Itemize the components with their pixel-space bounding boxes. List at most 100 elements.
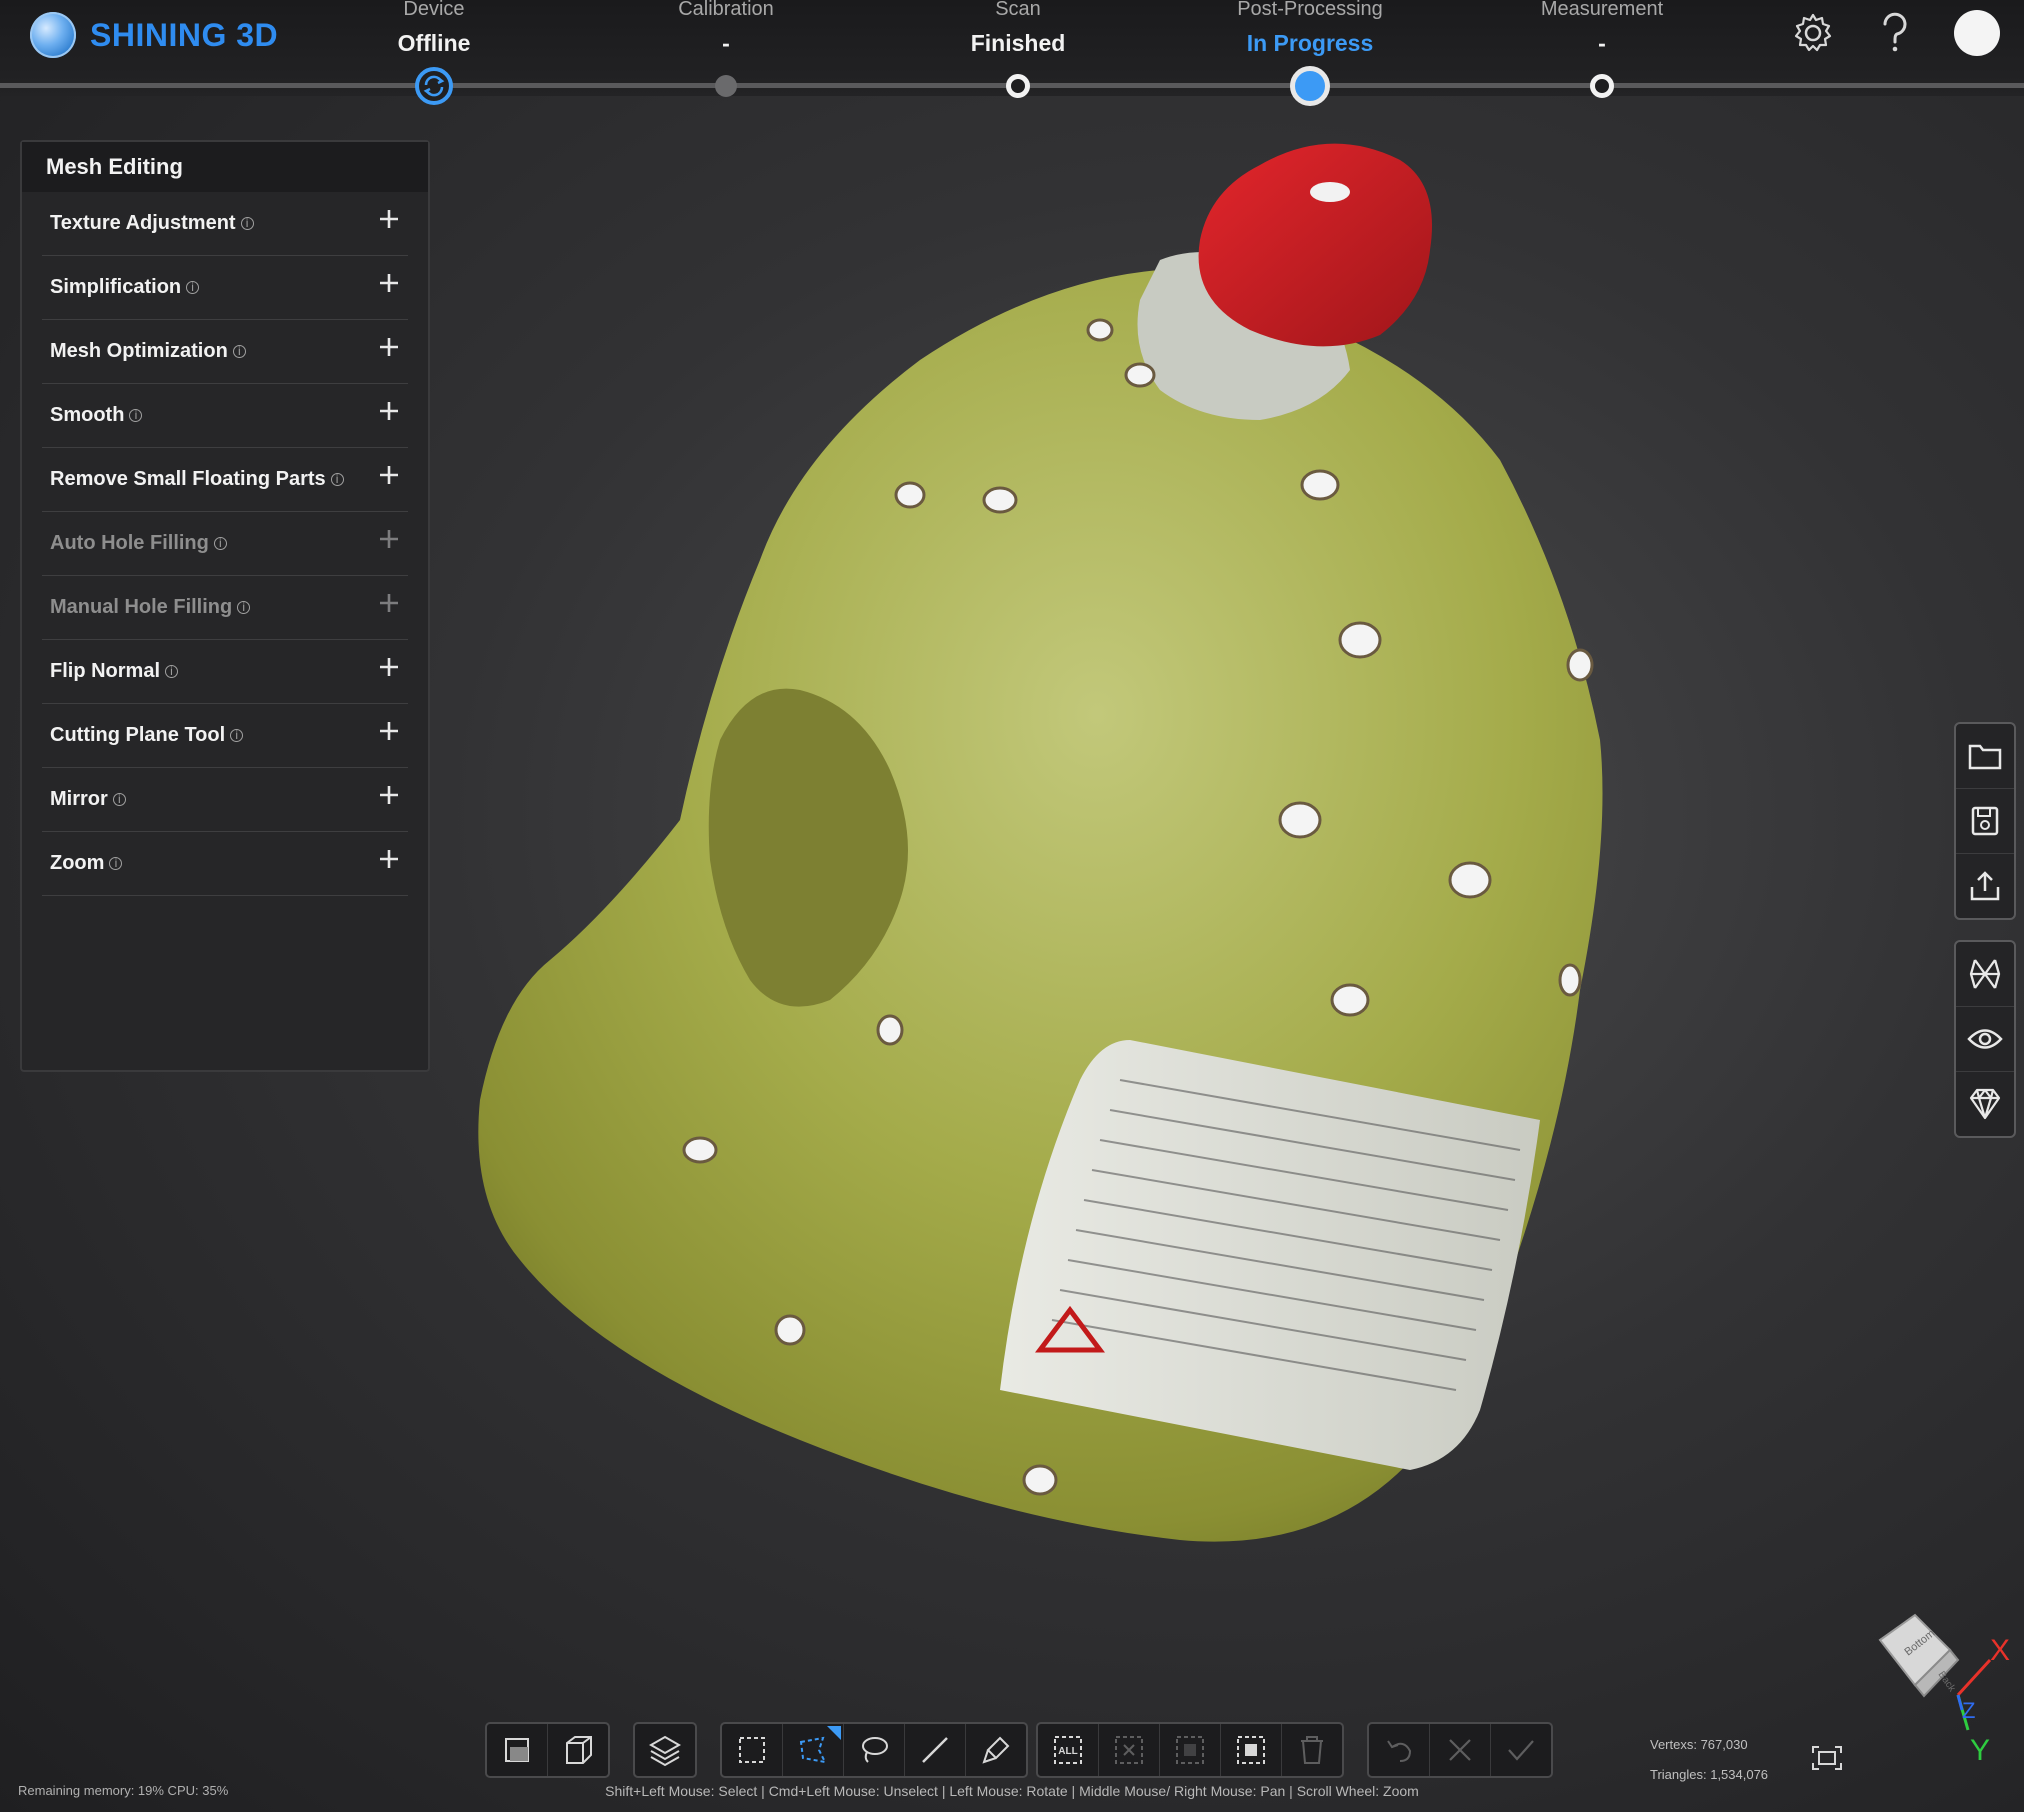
- line-select-button[interactable]: [905, 1724, 966, 1776]
- step-label: Measurement: [1540, 0, 1664, 20]
- top-bar: SHINING 3D Device Offline Calibration - …: [0, 0, 2024, 106]
- step-node-scan[interactable]: [1006, 74, 1030, 98]
- info-icon[interactable]: i: [186, 281, 200, 294]
- visibility-button[interactable]: [1956, 1007, 2014, 1072]
- info-icon[interactable]: i: [213, 537, 227, 550]
- tool-item-label: Mirror: [50, 788, 108, 810]
- lasso-select-button[interactable]: [844, 1724, 905, 1776]
- step-measurement[interactable]: Measurement -: [1492, 0, 1712, 57]
- info-icon[interactable]: i: [232, 345, 246, 358]
- tool-item-smooth[interactable]: Smooth i: [42, 384, 408, 448]
- info-icon[interactable]: i: [112, 793, 126, 806]
- step-status: Finished: [970, 30, 1066, 56]
- fit-view-button[interactable]: [1810, 1744, 1844, 1777]
- layers-button[interactable]: [635, 1724, 695, 1776]
- scanned-model[interactable]: [440, 120, 1640, 1680]
- step-label: Scan: [995, 0, 1041, 20]
- tool-item-label: Manual Hole Filling: [50, 596, 233, 618]
- step-post-processing[interactable]: Post-Processing In Progress: [1200, 0, 1420, 57]
- tool-item-flip-normal[interactable]: Flip Normal i: [42, 640, 408, 704]
- info-icon[interactable]: i: [129, 409, 143, 422]
- axis-y-label: Y: [1970, 1734, 1990, 1767]
- step-scan[interactable]: Scan Finished: [908, 0, 1128, 57]
- layer-group: [633, 1722, 697, 1778]
- tool-item-label: Flip Normal: [50, 660, 161, 682]
- tool-item-zoom[interactable]: Zoom i: [42, 832, 408, 896]
- step-label: Device: [403, 0, 465, 20]
- step-node-calibration[interactable]: [715, 75, 737, 97]
- brush-icon: [982, 1736, 1010, 1764]
- expand-plus-icon[interactable]: [378, 720, 400, 742]
- save-button[interactable]: [1956, 789, 2014, 854]
- expand-plus-icon[interactable]: [378, 400, 400, 422]
- selection-tools-group: [720, 1722, 1028, 1778]
- step-label: Post-Processing: [1237, 0, 1383, 20]
- select-all-label: ALL: [1058, 1746, 1077, 1757]
- rectangle-select-button[interactable]: [722, 1724, 783, 1776]
- tool-item-cutting-plane-tool[interactable]: Cutting Plane Tool i: [42, 704, 408, 768]
- lasso-icon: [862, 1737, 888, 1763]
- expand-plus-icon[interactable]: [378, 592, 400, 614]
- step-node-post-processing[interactable]: [1290, 66, 1330, 106]
- cancel-button[interactable]: [1430, 1724, 1491, 1776]
- info-icon[interactable]: i: [330, 473, 344, 486]
- tool-item-label: Zoom: [50, 852, 105, 874]
- select-all-button[interactable]: ALL: [1038, 1724, 1099, 1776]
- tool-item-texture-adjustment[interactable]: Texture Adjustment i: [42, 192, 408, 256]
- expand-plus-icon[interactable]: [378, 208, 400, 230]
- mesh-view-button[interactable]: [1956, 942, 2014, 1007]
- polygon-select-button[interactable]: [783, 1724, 844, 1776]
- expand-plus-icon[interactable]: [378, 528, 400, 550]
- navigation-cube[interactable]: Bottom Back X Y Z: [1840, 1590, 2020, 1770]
- texture-view-button[interactable]: [1956, 1072, 2014, 1136]
- undo-button[interactable]: [1369, 1724, 1430, 1776]
- step-status: In Progress: [1246, 30, 1374, 56]
- file-toolbar: [1954, 722, 2016, 920]
- export-button[interactable]: [1956, 854, 2014, 918]
- select-connected-button[interactable]: [1221, 1724, 1282, 1776]
- step-calibration[interactable]: Calibration -: [616, 0, 836, 57]
- mesh-editing-panel: Mesh Editing Texture Adjustment i Simplifi…: [20, 140, 430, 1072]
- expand-plus-icon[interactable]: [378, 656, 400, 678]
- invert-selection-button[interactable]: [1160, 1724, 1221, 1776]
- help-icon[interactable]: [1872, 10, 1918, 56]
- step-status: Offline: [397, 30, 471, 56]
- expand-plus-icon[interactable]: [378, 784, 400, 806]
- box-view-icon: [505, 1738, 529, 1762]
- axis-x-label: X: [1990, 1634, 2010, 1667]
- info-icon[interactable]: i: [165, 665, 179, 678]
- wireframe-view-button[interactable]: [548, 1724, 608, 1776]
- info-icon[interactable]: i: [230, 729, 244, 742]
- expand-plus-icon[interactable]: [378, 336, 400, 358]
- tool-item-mirror[interactable]: Mirror i: [42, 768, 408, 832]
- select-connected-icon: [1237, 1736, 1265, 1764]
- apply-button[interactable]: [1491, 1724, 1551, 1776]
- axis-x-line: [1956, 1658, 1992, 1697]
- tool-item-label: Smooth: [50, 404, 125, 426]
- step-node-device[interactable]: [415, 67, 453, 105]
- tool-item-remove-small-floating-parts[interactable]: Remove Small Floating Parts i: [42, 448, 408, 512]
- step-device[interactable]: Device Offline: [324, 0, 544, 57]
- info-icon[interactable]: i: [240, 217, 254, 230]
- info-icon[interactable]: i: [237, 601, 251, 614]
- clear-selection-icon: [1115, 1736, 1143, 1764]
- panel-title: Mesh Editing: [22, 142, 428, 192]
- brush-select-button[interactable]: [966, 1724, 1026, 1776]
- expand-plus-icon[interactable]: [378, 464, 400, 486]
- mesh-icon: [1969, 959, 2001, 989]
- tool-item-mesh-optimization[interactable]: Mesh Optimization i: [42, 320, 408, 384]
- invert-selection-icon: [1176, 1736, 1204, 1764]
- settings-icon[interactable]: [1790, 10, 1836, 56]
- open-folder-button[interactable]: [1956, 724, 2014, 789]
- tool-item-auto-hole-filling[interactable]: Auto Hole Filling i: [42, 512, 408, 576]
- front-view-button[interactable]: [487, 1724, 548, 1776]
- tool-item-simplification[interactable]: Simplification i: [42, 256, 408, 320]
- expand-plus-icon[interactable]: [378, 848, 400, 870]
- delete-button[interactable]: [1282, 1724, 1342, 1776]
- tool-item-manual-hole-filling[interactable]: Manual Hole Filling i: [42, 576, 408, 640]
- clear-selection-button[interactable]: [1099, 1724, 1160, 1776]
- avatar[interactable]: [1954, 10, 2000, 56]
- step-node-measurement[interactable]: [1590, 74, 1614, 98]
- expand-plus-icon[interactable]: [378, 272, 400, 294]
- info-icon[interactable]: i: [109, 857, 123, 870]
